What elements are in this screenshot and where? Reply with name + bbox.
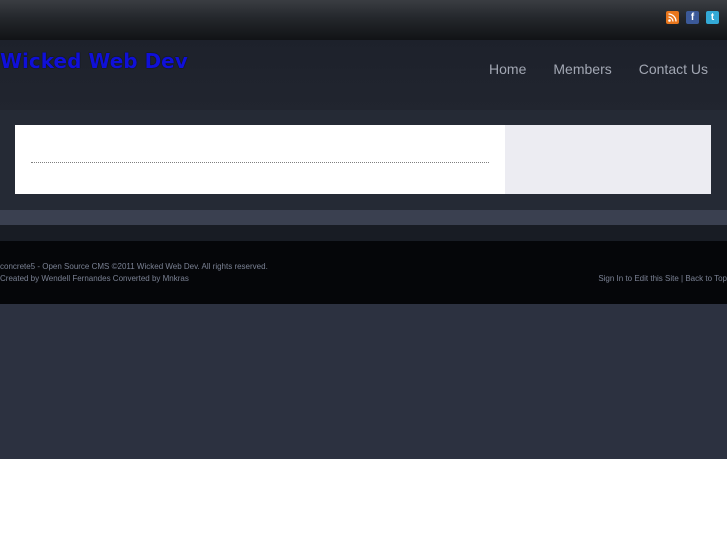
footer-band (0, 225, 727, 241)
sign-in-link[interactable]: Sign In to Edit this Site (598, 274, 679, 283)
lower-background (0, 304, 727, 459)
site-header: Wicked Web Dev Home Members Contact Us (0, 40, 727, 110)
site-title[interactable]: Wicked Web Dev (0, 49, 188, 73)
rss-glyph (668, 13, 677, 22)
main-nav: Home Members Contact Us (489, 61, 708, 77)
back-to-top-link[interactable]: Back to Top (685, 274, 727, 283)
footer: concrete5 - Open Source CMS ©2011 Wicked… (0, 241, 727, 304)
social-links: f t (666, 11, 719, 24)
footer-copyright: concrete5 - Open Source CMS ©2011 Wicked… (0, 262, 268, 271)
footer-stripe (0, 210, 727, 225)
top-bar: f t (0, 0, 727, 40)
main-content (15, 125, 505, 194)
nav-item-home[interactable]: Home (489, 61, 526, 77)
facebook-icon[interactable]: f (686, 11, 699, 24)
nav-item-contact-us[interactable]: Contact Us (639, 61, 708, 77)
sidebar (505, 125, 711, 194)
nav-item-members[interactable]: Members (553, 61, 611, 77)
footer-links: Sign In to Edit this Site | Back to Top (598, 274, 727, 283)
twitter-icon[interactable]: t (706, 11, 719, 24)
rss-icon[interactable] (666, 11, 679, 24)
content-divider (31, 162, 489, 163)
footer-credits: Created by Wendell Fernandes Converted b… (0, 274, 189, 283)
